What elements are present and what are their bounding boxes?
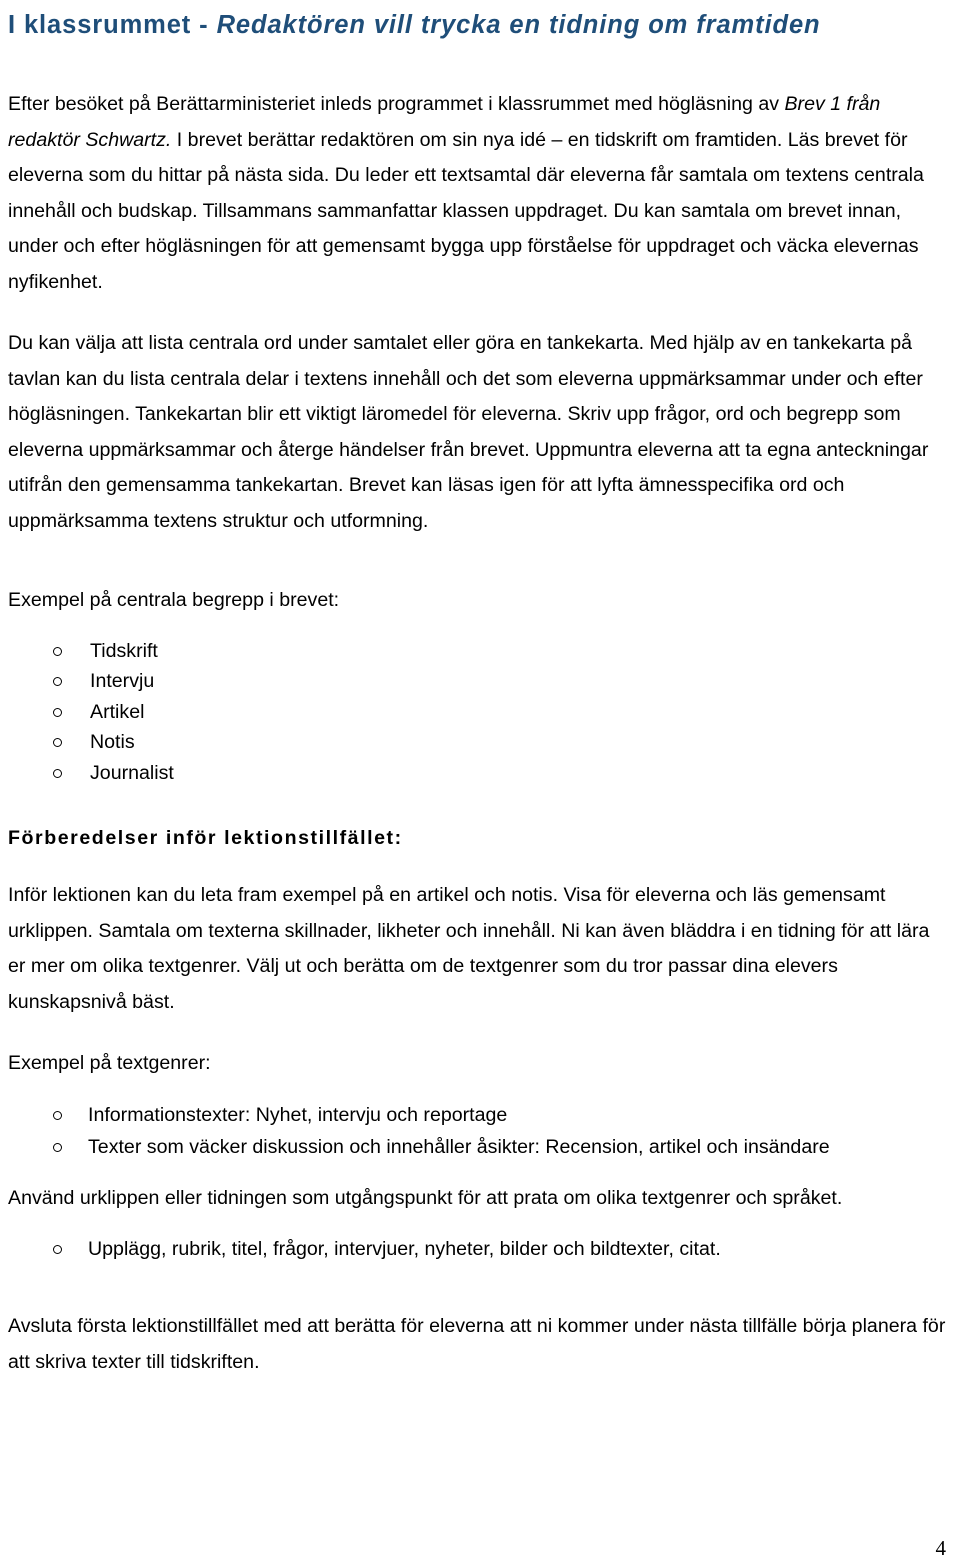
list-item: Texter som väcker diskussion och innehål…	[8, 1131, 946, 1163]
list-item: Informationstexter: Nyhet, intervju och …	[8, 1099, 946, 1131]
list-item: Upplägg, rubrik, titel, frågor, intervju…	[8, 1233, 946, 1265]
page-content: I klassrummet - Redaktören vill trycka e…	[0, 0, 960, 1380]
upplagg-list: Upplägg, rubrik, titel, frågor, intervju…	[8, 1233, 946, 1265]
list-item: Tidskrift	[8, 636, 946, 667]
circle-bullet-icon	[53, 1131, 67, 1163]
begrepp-lead-text: Exempel på centrala begrepp i brevet:	[8, 589, 340, 612]
intro-paragraph-2: Du kan välja att lista centrala ord unde…	[8, 332, 929, 532]
circle-bullet-icon	[53, 758, 67, 789]
forberedelser-heading: Förberedelser inför lektionstillfället:	[8, 827, 403, 850]
document-page: I klassrummet - Redaktören vill trycka e…	[0, 0, 960, 1567]
list-item-label: Texter som väcker diskussion och innehål…	[88, 1135, 830, 1158]
list-item-label: Tidskrift	[90, 639, 158, 662]
page-title: I klassrummet - Redaktören vill trycka e…	[8, 10, 946, 40]
textgenrer-list: Informationstexter: Nyhet, intervju och …	[8, 1099, 946, 1163]
list-item-label: Informationstexter: Nyhet, intervju och …	[88, 1103, 508, 1126]
begrepp-list: Tidskrift Intervju Artikel Notis Journal…	[8, 636, 946, 789]
list-item-label: Intervju	[90, 670, 155, 693]
page-title-plain: I klassrummet -	[8, 11, 217, 39]
list-item-label: Journalist	[90, 761, 174, 784]
list-item: Notis	[8, 727, 946, 758]
circle-bullet-icon	[53, 666, 67, 697]
circle-bullet-icon	[53, 697, 67, 728]
circle-bullet-icon	[53, 727, 67, 758]
list-item-label: Artikel	[90, 700, 145, 723]
circle-bullet-icon	[53, 636, 67, 667]
urklipp-paragraph: Använd urklippen eller tidningen som utg…	[8, 1186, 843, 1209]
page-title-italic: Redaktören vill trycka en tidning om fra…	[216, 11, 821, 39]
intro-p1-run3: I brevet berättar redaktören om sin nya …	[8, 128, 924, 293]
intro-paragraph-1: Efter besöket på Berättarministeriet inl…	[8, 87, 946, 300]
forberedelser-paragraph: Inför lektionen kan du leta fram exempel…	[8, 884, 930, 1013]
list-item-label: Upplägg, rubrik, titel, frågor, intervju…	[88, 1238, 721, 1261]
closing-paragraph: Avsluta första lektionstillfället med at…	[8, 1315, 946, 1373]
list-item: Artikel	[8, 697, 946, 728]
circle-bullet-icon	[53, 1099, 67, 1131]
textgenrer-lead-text: Exempel på textgenrer:	[8, 1052, 211, 1075]
circle-bullet-icon	[53, 1233, 67, 1265]
list-item: Journalist	[8, 758, 946, 789]
page-number: 4	[935, 1536, 947, 1560]
list-item-label: Notis	[90, 731, 135, 754]
intro-p1-run1: Efter besöket på Berättarministeriet inl…	[8, 93, 785, 116]
list-item: Intervju	[8, 666, 946, 697]
